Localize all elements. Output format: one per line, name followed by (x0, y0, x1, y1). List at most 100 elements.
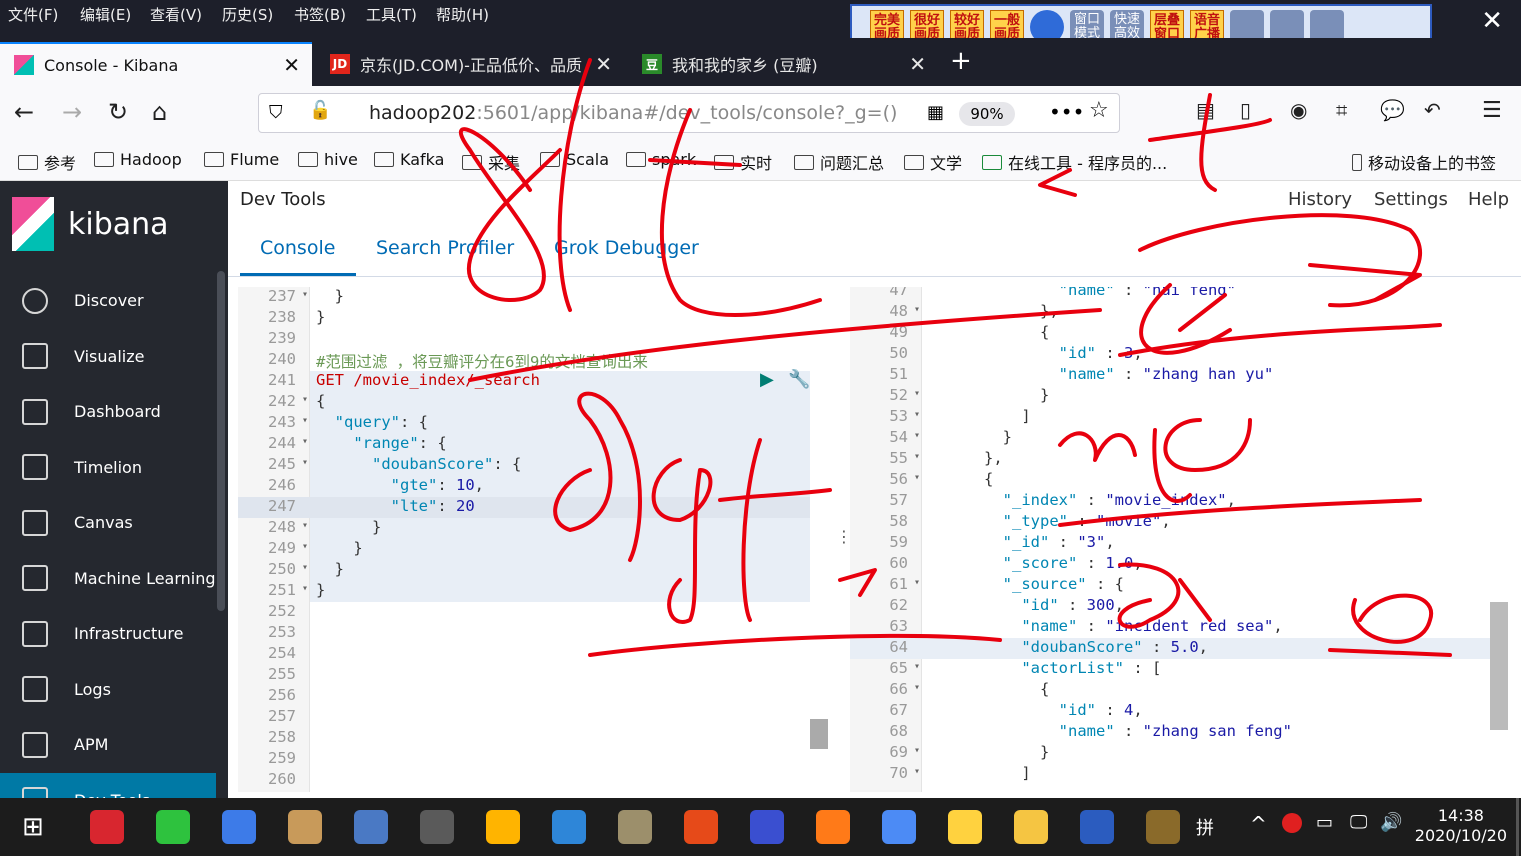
menu-item[interactable]: 编辑(E) (80, 4, 131, 25)
shield-icon[interactable]: ⛉ (269, 102, 283, 123)
tab-grok-debugger[interactable]: Grok Debugger (554, 237, 699, 259)
menu-item[interactable]: 查看(V) (150, 4, 202, 25)
taskbar-app-icon[interactable] (1014, 810, 1048, 844)
code-line[interactable]: } (316, 539, 362, 557)
reload-icon[interactable]: ↻ (108, 98, 128, 126)
chat-icon[interactable]: 💬 (1380, 98, 1405, 122)
sidebar-item-logs[interactable]: Logs (0, 662, 216, 717)
sidebar-item-discover[interactable]: Discover (0, 273, 216, 328)
output-line[interactable]: "name" : "zhang san feng" (928, 722, 1292, 740)
taskbar-app-icon[interactable] (288, 810, 322, 844)
bookmark-star-icon[interactable]: ☆ (1089, 98, 1109, 123)
start-icon[interactable]: ⊞ (22, 812, 44, 842)
taskbar-app-icon[interactable] (156, 810, 190, 844)
page-actions-icon[interactable]: ••• (1049, 100, 1084, 124)
system-clock[interactable]: 14:38 2020/10/20 (1415, 806, 1507, 846)
show-desktop-button[interactable] (1516, 798, 1519, 856)
history-link[interactable]: History (1288, 189, 1352, 210)
output-line[interactable]: { (928, 323, 1049, 341)
tab-3[interactable]: 豆我和我的家乡 (豆瓣) ✕ (628, 42, 938, 86)
sidebar-item-apm[interactable]: APM (0, 717, 216, 772)
taskbar-app-icon[interactable] (420, 810, 454, 844)
code-line[interactable]: "gte": 10, (316, 476, 484, 494)
menu-item[interactable]: 历史(S) (222, 4, 273, 25)
output-line[interactable]: ] (928, 764, 1030, 782)
library-icon[interactable]: ▤ (1196, 98, 1215, 122)
sidebar-toggle-icon[interactable]: ▯ (1240, 98, 1251, 122)
taskbar-app-icon[interactable] (222, 810, 256, 844)
output-line[interactable]: } (928, 386, 1049, 404)
taskbar-app-icon[interactable] (1080, 810, 1114, 844)
code-line[interactable]: "range": { (316, 434, 446, 452)
output-line[interactable]: "name" : "incident red sea", (928, 617, 1282, 635)
taskbar-app-icon[interactable] (90, 810, 124, 844)
bookmark-item[interactable]: 采集 (462, 150, 520, 174)
sidebar-item-infrastructure[interactable]: Infrastructure (0, 606, 216, 661)
output-line[interactable]: "_id" : "3", (928, 533, 1115, 551)
undo-icon[interactable]: ↶ (1424, 98, 1441, 122)
bookmark-item[interactable]: 在线工具 - 程序员的... (982, 150, 1167, 174)
menu-item[interactable]: 工具(T) (366, 4, 417, 25)
code-line[interactable]: #范围过滤 ，将豆瓣评分在6到9的文档查询出来 (316, 350, 648, 372)
close-tab-icon[interactable]: ✕ (595, 52, 612, 76)
menu-item[interactable]: 帮助(H) (436, 4, 489, 25)
output-line[interactable]: }, (928, 302, 1059, 320)
tab-1[interactable]: Console - Kibana ✕ (0, 42, 312, 86)
close-tab-icon[interactable]: ✕ (283, 53, 300, 77)
bookmark-item[interactable]: Scala (540, 150, 609, 169)
volume-icon[interactable]: 🔊 (1380, 812, 1402, 833)
output-line[interactable]: "name" : "hai feng" (928, 287, 1236, 299)
taskbar-app-icon[interactable] (1146, 810, 1180, 844)
battery-icon[interactable]: ▭ (1316, 812, 1333, 833)
taskbar-app-icon[interactable] (816, 810, 850, 844)
taskbar-app-icon[interactable] (552, 810, 586, 844)
output-line[interactable]: "id" : 300, (928, 596, 1124, 614)
menu-item[interactable]: 书签(B) (294, 4, 346, 25)
bookmark-item[interactable]: 文学 (904, 150, 962, 174)
taskbar-app-icon[interactable] (486, 810, 520, 844)
back-icon[interactable]: ← (14, 98, 34, 126)
code-line[interactable]: } (316, 581, 325, 599)
output-line[interactable]: "doubanScore" : 5.0, (928, 638, 1208, 656)
code-line[interactable]: "lte": 20 (316, 497, 475, 515)
editor-scrollbar[interactable] (810, 719, 828, 749)
output-line[interactable]: } (928, 428, 1012, 446)
output-line[interactable]: "id" : 3, (928, 344, 1143, 362)
bookmark-item[interactable]: 移动设备上的书签 (1352, 150, 1496, 174)
menu-icon[interactable]: ☰ (1482, 98, 1502, 123)
qr-icon[interactable]: ▦ (927, 102, 944, 123)
code-line[interactable]: } (316, 287, 344, 305)
code-line[interactable]: } (316, 518, 381, 536)
sidebar-item-timelion[interactable]: Timelion (0, 440, 216, 495)
tab-console[interactable]: Console (260, 237, 335, 259)
wrench-icon[interactable]: 🔧 (788, 369, 810, 390)
zoom-level[interactable]: 90% (959, 102, 1015, 126)
tab-search-profiler[interactable]: Search Profiler (376, 237, 514, 259)
output-line[interactable]: "id" : 4, (928, 701, 1143, 719)
taskbar-app-icon[interactable] (948, 810, 982, 844)
screenshot-icon[interactable]: ⌗ (1336, 98, 1347, 122)
bookmark-item[interactable]: hive (298, 150, 358, 169)
tray-chevron-icon[interactable]: ^ (1250, 812, 1267, 836)
bookmark-item[interactable]: 问题汇总 (794, 150, 884, 174)
sidebar-item-visualize[interactable]: Visualize (0, 329, 216, 384)
sidebar-item-canvas[interactable]: Canvas (0, 495, 216, 550)
output-line[interactable]: { (928, 470, 993, 488)
bookmark-item[interactable]: Kafka (374, 150, 444, 169)
bookmark-item[interactable]: Flume (204, 150, 279, 169)
output-line[interactable]: { (928, 680, 1049, 698)
output-line[interactable]: "_source" : { (928, 575, 1124, 593)
url-text[interactable]: hadoop202:5601/app/kibana#/dev_tools/con… (369, 102, 897, 124)
sidebar-item-dashboard[interactable]: Dashboard (0, 384, 216, 439)
console-editor[interactable]: 237 } 238} 239 240 #范围过滤 ，将豆瓣评分在6到9的文档查询出来 24… (238, 287, 830, 792)
help-link[interactable]: Help (1468, 189, 1509, 210)
bookmark-item[interactable]: 参考 (18, 150, 76, 174)
bookmark-item[interactable]: spark (626, 150, 696, 169)
run-request-icon[interactable]: ▶ (760, 369, 774, 390)
code-line[interactable]: GET /movie_index/_search (316, 371, 540, 389)
account-icon[interactable]: ◉ (1290, 98, 1307, 122)
code-line[interactable]: } (316, 560, 344, 578)
bookmark-item[interactable]: 实时 (714, 150, 772, 174)
taskbar-app-icon[interactable] (882, 810, 916, 844)
menu-item[interactable]: 文件(F) (8, 4, 58, 25)
